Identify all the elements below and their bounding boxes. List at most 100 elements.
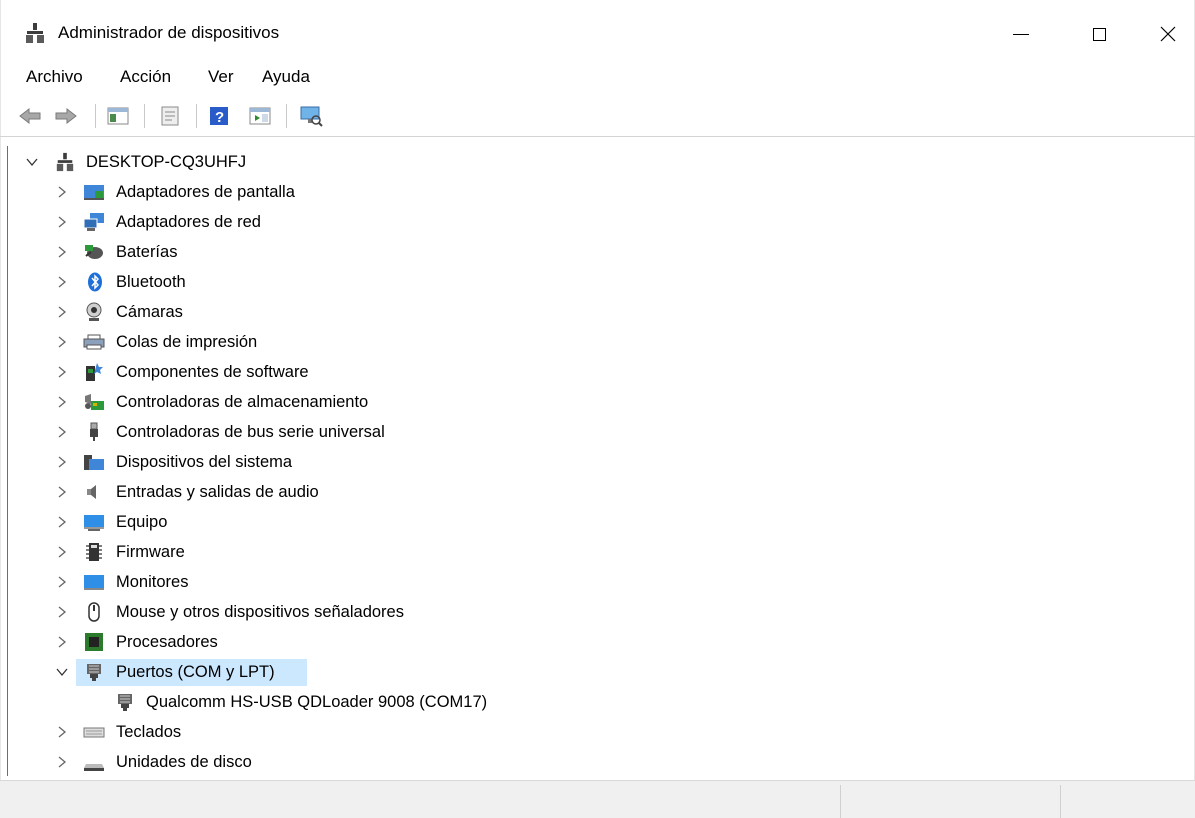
properties-icon [161, 106, 179, 126]
svg-text:?: ? [215, 109, 224, 126]
tree-category-row[interactable]: Controladoras de bus serie universal [8, 418, 1188, 446]
chevron-right-icon[interactable] [55, 395, 69, 409]
menu-accion[interactable]: Acción [120, 67, 171, 87]
tree-category-row[interactable]: Equipo [8, 508, 1188, 536]
tree-category-row[interactable]: Mouse y otros dispositivos señaladores [8, 598, 1188, 626]
tree-category-row[interactable]: Procesadores [8, 628, 1188, 656]
tree-root[interactable]: DESKTOP-CQ3UHFJ [8, 148, 1188, 176]
title-bar[interactable]: Administrador de dispositivos [0, 0, 1195, 64]
chevron-right-icon[interactable] [55, 215, 69, 229]
chevron-right-icon[interactable] [55, 725, 69, 739]
show-hide-console-tree-button[interactable] [106, 105, 130, 127]
storage-controller-icon [85, 394, 104, 410]
maximize-button[interactable] [1076, 14, 1122, 54]
window-title: Administrador de dispositivos [58, 23, 280, 42]
tree-category-label: Monitores [116, 573, 189, 591]
tree-category-row[interactable]: Adaptadores de red [8, 208, 1188, 236]
device-manager-app-icon [26, 23, 44, 43]
disk-drive-icon [84, 764, 104, 771]
tree-category-row[interactable]: Entradas y salidas de audio [8, 478, 1188, 506]
tree-category-row[interactable]: Baterías [8, 238, 1188, 266]
chevron-right-icon[interactable] [55, 365, 69, 379]
tree-category-row[interactable]: Firmware [8, 538, 1188, 566]
menu-ver[interactable]: Ver [208, 67, 234, 87]
status-bar-section [840, 785, 1061, 818]
tree-category-row[interactable]: Colas de impresión [8, 328, 1188, 356]
chevron-right-icon[interactable] [55, 335, 69, 349]
tree-category-label: Controladoras de almacenamiento [116, 393, 369, 411]
device-manager-window: Administrador de dispositivos Archivo Ac… [0, 0, 1195, 818]
close-button[interactable] [1145, 14, 1191, 54]
chevron-right-icon[interactable] [55, 425, 69, 439]
tree-category-row[interactable]: Unidades de disco [8, 748, 1188, 776]
bluetooth-icon [88, 272, 102, 292]
close-icon [1160, 26, 1176, 42]
action-pane-button[interactable] [248, 105, 272, 127]
tree-category-row[interactable]: Controladoras de almacenamiento [8, 388, 1188, 416]
menu-archivo[interactable]: Archivo [26, 67, 83, 87]
system-devices-icon [84, 455, 104, 470]
tree-category-label: Entradas y salidas de audio [116, 483, 319, 501]
tree-category-label: Adaptadores de pantalla [116, 183, 295, 201]
chevron-right-icon[interactable] [55, 635, 69, 649]
tree-category-label: Baterías [116, 243, 178, 261]
help-icon: ? [210, 107, 228, 126]
chevron-right-icon[interactable] [55, 575, 69, 589]
tree-category-label: Cámaras [116, 303, 183, 321]
tree-category-label: Dispositivos del sistema [116, 453, 293, 471]
tree-device-row[interactable]: Qualcomm HS-USB QDLoader 9008 (COM17) [8, 688, 1188, 716]
chevron-down-icon[interactable] [25, 155, 39, 169]
tree-category-label: Adaptadores de red [116, 213, 261, 231]
tree-category-label: Mouse y otros dispositivos señaladores [116, 603, 404, 621]
tree-category-row[interactable]: Dispositivos del sistema [8, 448, 1188, 476]
forward-button[interactable] [54, 105, 78, 127]
processor-icon [85, 633, 103, 651]
computer-icon [84, 515, 104, 531]
keyboard-icon [83, 727, 105, 738]
usb-icon [90, 422, 98, 441]
chevron-right-icon[interactable] [55, 275, 69, 289]
action-pane-icon [249, 107, 271, 125]
chevron-right-icon[interactable] [55, 455, 69, 469]
tree-category-label: Unidades de disco [116, 753, 252, 771]
tree-category-row[interactable]: Bluetooth [8, 268, 1188, 296]
chevron-right-icon[interactable] [55, 605, 69, 619]
tree-category-row[interactable]: Teclados [8, 718, 1188, 746]
toolbar-separator [286, 104, 287, 128]
properties-button[interactable] [158, 105, 182, 127]
menu-bar: Archivo Acción Ver Ayuda [0, 64, 1195, 90]
toolbar-separator [95, 104, 96, 128]
display-adapter-icon [84, 185, 104, 200]
minimize-button[interactable] [998, 14, 1044, 54]
chevron-right-icon[interactable] [55, 305, 69, 319]
computer-network-icon [56, 152, 74, 172]
port-icon [118, 694, 132, 711]
menu-ayuda[interactable]: Ayuda [262, 67, 310, 87]
back-button[interactable] [18, 105, 42, 127]
printer-icon [83, 334, 105, 350]
scan-hardware-changes-icon [300, 106, 323, 127]
chevron-right-icon[interactable] [55, 545, 69, 559]
tree-category-row-selected[interactable]: Puertos (COM y LPT) [8, 658, 1188, 686]
chevron-right-icon[interactable] [55, 245, 69, 259]
help-button[interactable]: ? [207, 105, 231, 127]
show-hide-console-tree-icon [107, 107, 129, 125]
chevron-right-icon[interactable] [55, 755, 69, 769]
tree-category-label: Teclados [116, 723, 182, 741]
chevron-right-icon[interactable] [55, 515, 69, 529]
mouse-icon [88, 602, 100, 622]
tree-category-label: Procesadores [116, 633, 218, 651]
tree-category-row[interactable]: Cámaras [8, 298, 1188, 326]
chevron-down-icon[interactable] [55, 665, 69, 679]
back-arrow-icon [19, 107, 41, 125]
tree-category-label: Componentes de software [116, 363, 309, 381]
device-tree[interactable]: DESKTOP-CQ3UHFJ Adaptadores de pantalla … [7, 146, 1194, 776]
tree-category-row[interactable]: Adaptadores de pantalla [8, 178, 1188, 206]
network-adapter-icon [83, 213, 104, 231]
chevron-right-icon[interactable] [55, 185, 69, 199]
tree-category-row[interactable]: Monitores [8, 568, 1188, 596]
tree-category-row[interactable]: Componentes de software [8, 358, 1188, 386]
scan-hardware-changes-button[interactable] [299, 105, 323, 127]
speaker-icon [87, 485, 96, 499]
chevron-right-icon[interactable] [55, 485, 69, 499]
